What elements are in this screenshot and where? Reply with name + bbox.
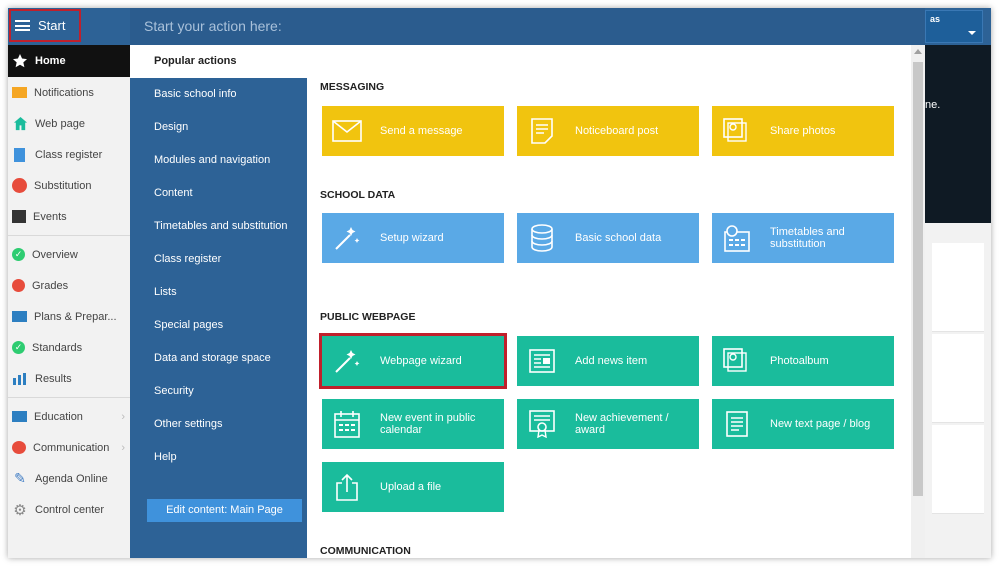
new-text-page-tile[interactable]: New text page / blog [712,399,894,449]
document-icon [721,408,753,440]
start-label: Start [38,18,66,33]
bar-chart-icon [12,371,28,387]
sidebar-item-substitution[interactable]: Substitution [8,170,130,201]
new-event-tile[interactable]: New event in public calendar [322,399,504,449]
hamburger-icon [15,20,30,31]
note-icon [526,115,558,147]
photoalbum-tile[interactable]: Photoalbum [712,336,894,386]
background-banner: ne. [925,45,991,223]
background-card [932,425,984,514]
menu-item-content[interactable]: Content [130,177,307,210]
background-card [932,334,984,423]
share-photos-tile[interactable]: Share photos [712,106,894,156]
calendar-icon [12,210,26,223]
chevron-right-icon: › [121,410,125,423]
sidebar-item-communication[interactable]: Communication › [8,432,130,463]
sidebar-item-results[interactable]: Results [8,363,130,394]
envelope-icon [12,87,27,98]
photos-icon [721,345,753,377]
certificate-icon [526,408,558,440]
open-book-icon [12,411,27,422]
sidebar-item-grades[interactable]: Grades [8,270,130,301]
app-window: Start Start your action here: as Home No… [8,8,991,558]
grade-icon [12,279,25,292]
user-dropdown[interactable]: as [925,10,983,43]
noticeboard-post-tile[interactable]: Noticeboard post [517,106,699,156]
menu-item-design[interactable]: Design [130,111,307,144]
menu-item-lists[interactable]: Lists [130,276,307,309]
shield-check-icon: ✓ [12,341,25,354]
chat-icon [12,441,26,454]
chevron-right-icon: › [121,441,125,454]
envelope-icon [331,115,363,147]
section-title-public-webpage: PUBLIC WEBPAGE [320,311,416,323]
sidebar-item-education[interactable]: Education › [8,401,130,432]
top-bar: Start Start your action here: as [8,8,991,45]
menu-item-other-settings[interactable]: Other settings [130,408,307,441]
sidebar-item-notifications[interactable]: Notifications [8,77,130,108]
menu-item-data-storage[interactable]: Data and storage space [130,342,307,375]
background-content [925,223,991,558]
popular-actions-panel: MESSAGING Send a message Noticeboard pos… [307,45,911,558]
timetable-icon [721,222,753,254]
house-icon [12,116,28,132]
menu-item-basic-school-info[interactable]: Basic school info [130,78,307,111]
menu-item-help[interactable]: Help [130,441,307,474]
scroll-thumb[interactable] [913,62,923,496]
background-card [932,243,984,332]
upload-icon [331,471,363,503]
caret-down-icon [968,31,976,35]
sidebar-item-agenda-online[interactable]: ✎ Agenda Online [8,463,130,494]
timetables-tile[interactable]: Timetables and substitution [712,213,894,263]
section-title-school-data: SCHOOL DATA [320,189,396,201]
sidebar-item-web-page[interactable]: Web page [8,108,130,139]
sidebar-divider [8,235,130,236]
gear-icon: ⚙ [13,501,27,519]
actions-category-menu: Popular actions Basic school info Design… [130,45,307,558]
webpage-wizard-tile[interactable]: Webpage wizard [319,333,507,389]
basic-school-data-tile[interactable]: Basic school data [517,213,699,263]
person-icon [12,178,27,193]
check-circle-icon: ✓ [12,248,25,261]
send-message-tile[interactable]: Send a message [322,106,504,156]
setup-wizard-tile[interactable]: Setup wizard [322,213,504,263]
sidebar-item-home[interactable]: Home [8,45,130,77]
add-news-item-tile[interactable]: Add news item [517,336,699,386]
scroll-up-arrow-icon[interactable] [914,49,922,54]
sidebar: Home Notifications Web page Class regist… [8,45,130,558]
menu-item-modules-navigation[interactable]: Modules and navigation [130,144,307,177]
sidebar-item-overview[interactable]: ✓ Overview [8,239,130,270]
upload-file-tile[interactable]: Upload a file [322,462,504,512]
sidebar-item-events[interactable]: Events [8,201,130,232]
menu-item-timetables[interactable]: Timetables and substitution [130,210,307,243]
calendar-icon [331,408,363,440]
background-fragment-text: ne. [925,99,941,111]
section-title-communication: COMMUNICATION [320,545,411,557]
menu-item-special-pages[interactable]: Special pages [130,309,307,342]
briefcase-icon [12,311,27,322]
section-title-messaging: MESSAGING [320,81,385,93]
menu-item-class-register[interactable]: Class register [130,243,307,276]
sidebar-item-control-center[interactable]: ⚙ Control center [8,494,130,525]
menu-item-popular-actions[interactable]: Popular actions [130,45,307,78]
magic-wand-icon [331,222,363,254]
pen-icon: ✎ [14,470,26,486]
sidebar-item-class-register[interactable]: Class register [8,139,130,170]
database-icon [526,222,558,254]
menu-item-security[interactable]: Security [130,375,307,408]
start-button[interactable]: Start [9,9,81,42]
magic-wand-icon [331,345,363,377]
photos-icon [721,115,753,147]
newspaper-icon [526,345,558,377]
new-achievement-tile[interactable]: New achievement / award [517,399,699,449]
sidebar-divider [8,397,130,398]
book-icon [14,147,25,162]
action-search-input[interactable]: Start your action here: [130,8,925,45]
sidebar-item-plans[interactable]: Plans & Prepar... [8,301,130,332]
panel-scrollbar[interactable] [911,45,925,558]
edit-content-button[interactable]: Edit content: Main Page [147,499,302,522]
user-text: as [930,14,941,24]
star-icon [12,53,28,69]
sidebar-item-standards[interactable]: ✓ Standards [8,332,130,363]
